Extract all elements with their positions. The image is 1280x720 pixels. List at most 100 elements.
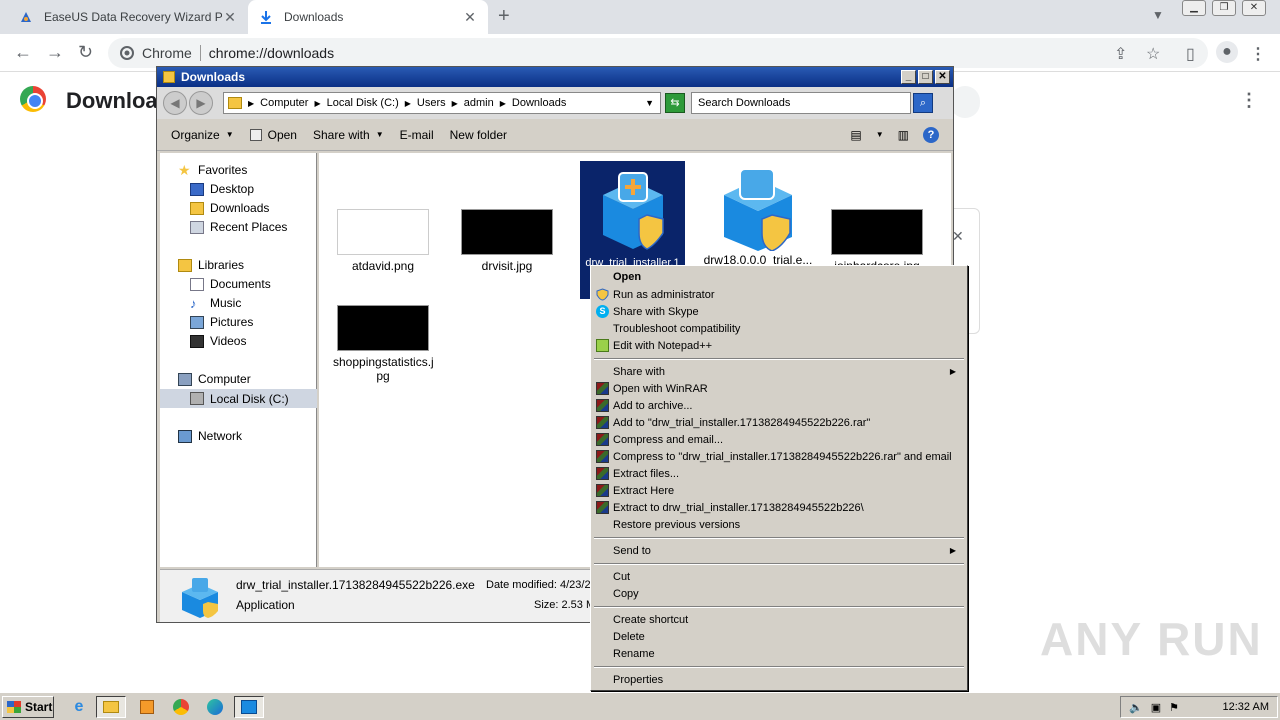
nav-desktop[interactable]: Desktop (190, 182, 254, 196)
media-player-icon[interactable] (132, 696, 162, 718)
restore-icon[interactable]: ❐ (1212, 0, 1236, 16)
chrome-icon[interactable] (166, 696, 196, 718)
menu-item-extract-to[interactable]: Extract to drw_trial_installer.171382849… (594, 499, 964, 516)
close-icon[interactable]: ✕ (222, 9, 238, 26)
view-icon[interactable]: ▤ (850, 128, 861, 142)
close-icon[interactable]: ✕ (462, 9, 478, 26)
menu-item-rename[interactable]: Rename (594, 645, 964, 662)
menu-item-send-to[interactable]: Send to ▶ (594, 542, 964, 559)
volume-icon[interactable]: 🔈 (1129, 701, 1143, 714)
windows-logo-icon (7, 701, 21, 713)
easeus-icon[interactable] (234, 696, 264, 718)
menu-item-open[interactable]: Open (594, 268, 964, 285)
menu-item-compress-rar-email[interactable]: Compress to "drw_trial_installer.1713828… (594, 448, 964, 465)
share-icon[interactable]: ⇪ (1114, 44, 1127, 64)
nav-documents[interactable]: Documents (190, 277, 271, 291)
chevron-down-icon[interactable]: ▼ (1152, 8, 1164, 22)
tab-easeus[interactable]: EaseUS Data Recovery Wizard Profe ✕ (8, 0, 248, 34)
flag-icon[interactable]: ⚑ (1169, 701, 1179, 714)
chevron-down-icon[interactable]: ▼ (645, 98, 654, 108)
breadcrumb[interactable]: ▶ Computer ▶ Local Disk (C:) ▶ Users ▶ a… (223, 92, 661, 114)
forward-icon[interactable]: → (46, 42, 64, 63)
breadcrumb-local-disk[interactable]: Local Disk (C:) (327, 97, 399, 109)
refresh-button[interactable]: ⇆ (665, 93, 685, 113)
nav-downloads[interactable]: Downloads (190, 201, 269, 215)
network-tray-icon[interactable]: ▣ (1151, 701, 1161, 714)
menu-item-open-winrar[interactable]: Open with WinRAR (594, 380, 964, 397)
new-tab-icon[interactable]: + (498, 5, 510, 28)
edge-icon[interactable] (200, 696, 230, 718)
explorer-icon[interactable] (96, 696, 126, 718)
email-button[interactable]: E-mail (400, 128, 434, 142)
minimize-button[interactable]: _ (901, 70, 916, 84)
open-button[interactable]: Open (249, 128, 297, 142)
chevron-down-icon[interactable]: ▼ (876, 130, 884, 139)
close-icon[interactable]: ✕ (1242, 0, 1266, 16)
nav-computer[interactable]: Computer (178, 372, 251, 386)
share-with-button[interactable]: Share with ▼ (313, 128, 384, 142)
menu-item-share-with[interactable]: Share with ▶ (594, 363, 964, 380)
breadcrumb-users[interactable]: Users (417, 97, 446, 109)
forward-button[interactable]: ▶ (189, 91, 213, 115)
nav-network[interactable]: Network (178, 429, 242, 443)
nav-local-disk[interactable]: Local Disk (C:) (160, 389, 317, 408)
file-item[interactable]: drw18.0.0.0_trial.e... (703, 161, 813, 267)
tab-downloads[interactable]: Downloads ✕ (248, 0, 488, 34)
menu-item-extract-here[interactable]: Extract Here (594, 482, 964, 499)
file-item[interactable]: atdavid.png (333, 209, 433, 273)
search-icon[interactable]: ⌕ (913, 93, 933, 113)
menu-item-troubleshoot[interactable]: Troubleshoot compatibility (594, 320, 964, 337)
menu-item-compress-email[interactable]: Compress and email... (594, 431, 964, 448)
nav-music[interactable]: ♪ Music (190, 296, 241, 310)
nav-label: Libraries (198, 258, 245, 272)
back-icon[interactable]: ← (14, 42, 32, 63)
nav-pictures[interactable]: Pictures (190, 315, 253, 329)
menu-item-add-archive[interactable]: Add to archive... (594, 397, 964, 414)
file-item[interactable]: drvisit.jpg (457, 209, 557, 273)
menu-item-extract-files[interactable]: Extract files... (594, 465, 964, 482)
file-item[interactable]: shoppingstatistics.j pg (333, 305, 434, 383)
menu-item-restore-versions[interactable]: Restore previous versions (594, 516, 964, 533)
menu-item-properties[interactable]: Properties (594, 671, 964, 688)
breadcrumb-downloads[interactable]: Downloads (512, 97, 566, 109)
file-name: shoppingstatistics.j pg (333, 355, 434, 383)
profile-icon[interactable]: ● (1216, 41, 1238, 63)
preview-pane-icon[interactable]: ▥ (898, 128, 909, 142)
nav-recent-places[interactable]: Recent Places (190, 220, 287, 234)
new-folder-button[interactable]: New folder (450, 128, 507, 142)
menu-item-share-skype[interactable]: S Share with Skype (594, 303, 964, 320)
search-input[interactable]: Search Downloads (691, 92, 911, 114)
menu-item-copy[interactable]: Copy (594, 585, 964, 602)
organize-button[interactable]: Organize ▼ (171, 128, 234, 142)
maximize-button[interactable]: □ (918, 70, 933, 84)
menu-label: Share with (613, 365, 665, 378)
nav-favorites[interactable]: ★ Favorites (178, 163, 247, 178)
tab-label: Downloads (284, 10, 344, 24)
menu-item-create-shortcut[interactable]: Create shortcut (594, 611, 964, 628)
start-button[interactable]: Start (2, 696, 54, 718)
menu-item-notepadpp[interactable]: Edit with Notepad++ (594, 337, 964, 354)
window-titlebar[interactable]: Downloads _ □ ✕ (157, 67, 953, 87)
back-button[interactable]: ◀ (163, 91, 187, 115)
menu-item-cut[interactable]: Cut (594, 568, 964, 585)
file-item[interactable]: joinhardcore.jpg (827, 209, 927, 273)
reload-icon[interactable]: ↻ (78, 42, 93, 63)
help-icon[interactable]: ? (923, 126, 939, 143)
menu-item-delete[interactable]: Delete (594, 628, 964, 645)
sidepanel-icon[interactable]: ▯ (1186, 44, 1195, 64)
star-icon[interactable]: ☆ (1146, 44, 1160, 64)
breadcrumb-admin[interactable]: admin (464, 97, 494, 109)
breadcrumb-computer[interactable]: Computer (260, 97, 308, 109)
menu-icon[interactable]: ⋮ (1250, 44, 1266, 64)
more-icon[interactable]: ⋮ (1240, 90, 1258, 111)
downloads-search[interactable] (950, 86, 980, 118)
minimize-icon[interactable]: ▁ (1182, 0, 1206, 16)
nav-videos[interactable]: Videos (190, 334, 246, 348)
close-button[interactable]: ✕ (935, 70, 950, 84)
ie-icon[interactable]: e (64, 696, 94, 718)
menu-item-run-as-admin[interactable]: Run as administrator (594, 286, 964, 303)
menu-item-add-to-rar[interactable]: Add to "drw_trial_installer.171382849455… (594, 414, 964, 431)
clock[interactable]: 12:32 AM (1223, 701, 1269, 713)
address-bar[interactable]: Chrome chrome://downloads (108, 38, 1208, 68)
nav-libraries[interactable]: Libraries (178, 258, 244, 272)
